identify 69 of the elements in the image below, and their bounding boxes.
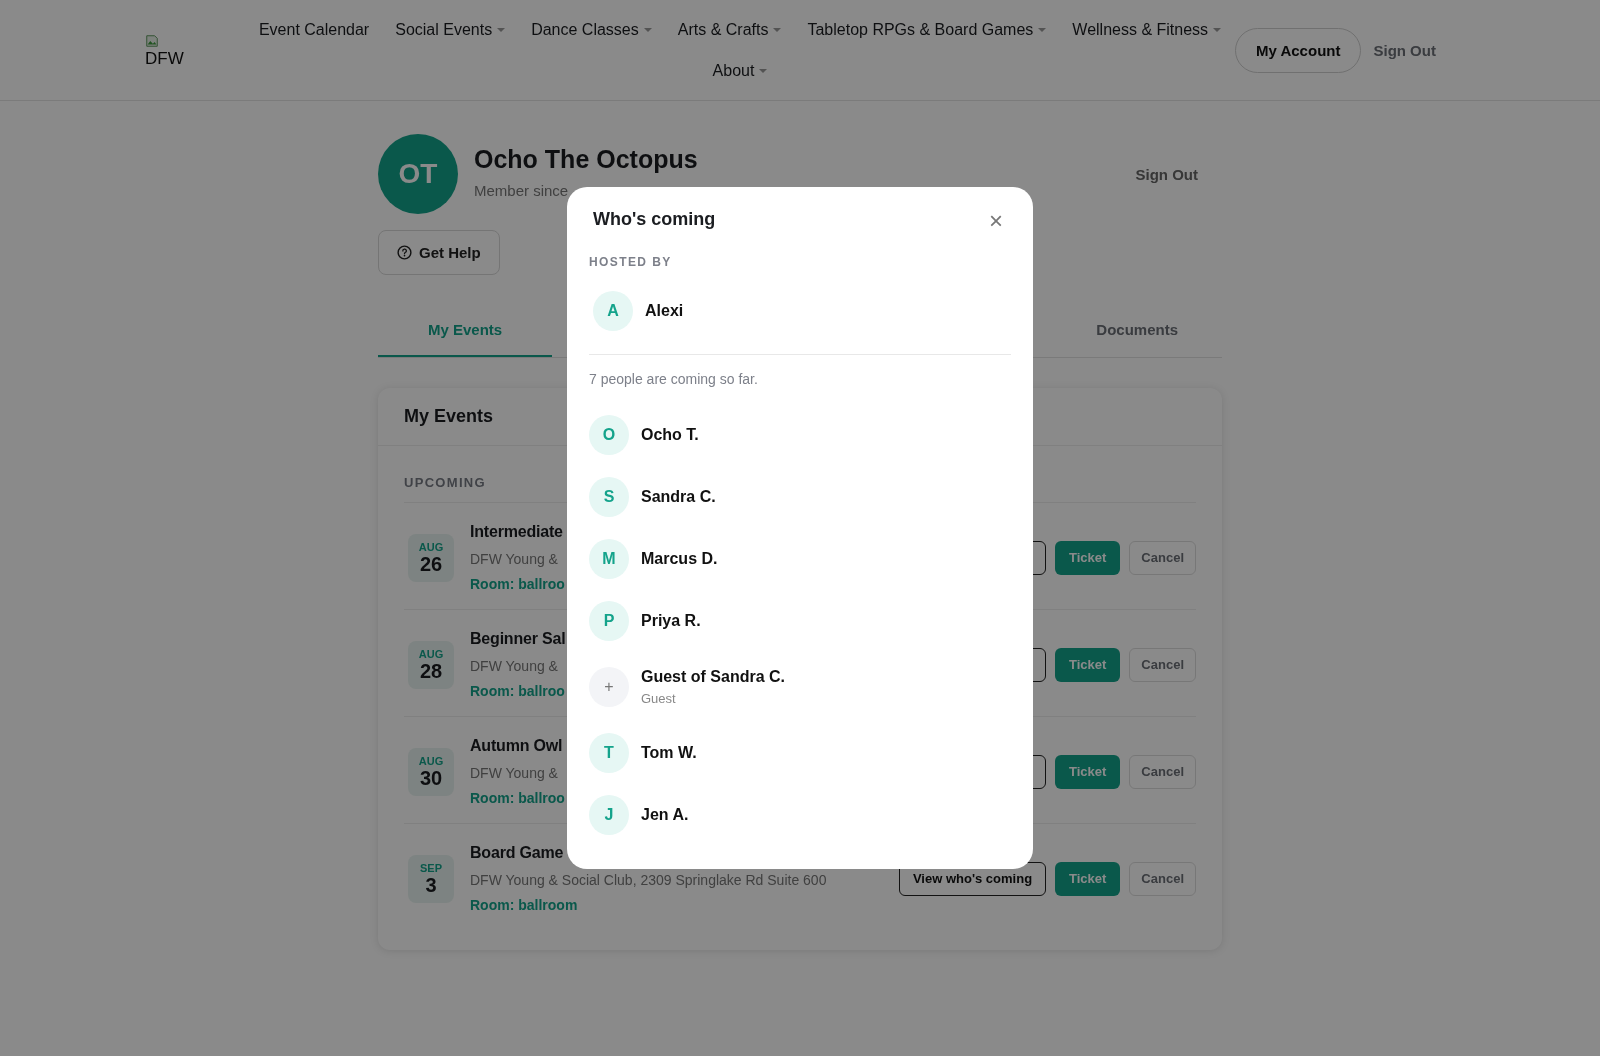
guest-label: Guest [641, 691, 677, 706]
attendee-avatar: + [589, 667, 629, 707]
attendee-name: Jen A. [641, 806, 689, 824]
close-button[interactable]: × [985, 209, 1007, 233]
nav-link[interactable]: Dance Classes [531, 20, 652, 39]
attendee-avatar: A [593, 291, 633, 331]
date-month: AUG [418, 540, 444, 553]
cancel-button[interactable]: Cancel [1129, 540, 1196, 575]
cancel-button[interactable]: Cancel [1129, 647, 1196, 682]
ticket-button[interactable]: Ticket [1055, 647, 1121, 682]
nav-link[interactable]: Tabletop RPGs & Board Games [807, 20, 1047, 39]
event-title: Board Game [470, 844, 564, 862]
attendee-name: Priya R. [641, 612, 701, 630]
event-room: Room: ballroo [470, 576, 565, 592]
cancel-button[interactable]: Cancel [1129, 861, 1196, 896]
tab[interactable]: Documents [1046, 310, 1222, 357]
attendee-name: Tom W. [641, 744, 697, 762]
event-room: Room: ballroom [470, 897, 578, 913]
event-address: DFW Young & [470, 551, 558, 567]
nav-link[interactable]: Arts & Crafts [677, 20, 782, 39]
help-button[interactable]: Get Help [378, 230, 500, 275]
attendee-name: Sandra C. [641, 488, 716, 506]
tab[interactable]: My Events [378, 310, 553, 357]
date-day: 28 [419, 659, 443, 682]
date-month: SEP [420, 861, 442, 874]
event-room: Room: ballroo [470, 683, 565, 699]
attendee-avatar: O [589, 415, 629, 455]
nav-link[interactable]: About [712, 61, 768, 80]
logo-text[interactable]: DFW [145, 49, 184, 67]
date-month: AUG [418, 754, 444, 767]
event-room: Room: ballroo [470, 790, 565, 806]
card-title: My Events [404, 406, 494, 426]
attendee-avatar: J [589, 795, 629, 835]
nav-link[interactable]: Social Events [395, 20, 506, 39]
ticket-button[interactable]: Ticket [1055, 861, 1121, 896]
event-title: Beginner Sal [470, 630, 566, 648]
sign-out-link[interactable]: Sign Out [1373, 41, 1436, 59]
host-name: Alexi [645, 302, 684, 320]
broken-image-icon [145, 33, 159, 48]
ticket-button[interactable]: Ticket [1055, 754, 1121, 789]
cancel-button[interactable]: Cancel [1129, 754, 1196, 789]
date-day: 3 [425, 873, 437, 896]
event-address: DFW Young & [470, 765, 558, 781]
date-day: 26 [419, 552, 443, 575]
profile-name: Ocho The Octopus [474, 145, 698, 174]
member-since: Member since [474, 182, 570, 199]
dialog-title: Who's coming [593, 208, 716, 230]
attendee-avatar: S [589, 477, 629, 517]
attendee-name: Marcus D. [641, 550, 718, 568]
attendee-avatar: M [589, 539, 629, 579]
event-address: DFW Young & [470, 658, 558, 674]
event-title: Intermediate [470, 523, 563, 541]
help-icon [397, 245, 412, 260]
ticket-button[interactable]: Ticket [1055, 540, 1121, 575]
account-button[interactable]: My Account [1235, 27, 1362, 73]
date-day: 30 [419, 766, 443, 789]
attendee-avatar: T [589, 733, 629, 773]
nav-link[interactable]: Wellness & Fitness [1072, 20, 1222, 39]
sign-out-link[interactable]: Sign Out [1135, 166, 1198, 183]
avatar: OT [378, 134, 458, 214]
attendee-name: Guest of Sandra C. [641, 668, 786, 686]
attendee-avatar: P [589, 601, 629, 641]
attendee-count: 7 people are coming so far. [589, 371, 759, 387]
attendee-name: Ocho T. [641, 426, 699, 444]
event-address: DFW Young & Social Club, 2309 Springlake Rd Suite 600 [470, 872, 827, 888]
nav-link[interactable]: Event Calendar [258, 20, 370, 39]
section-label: HOSTED BY [589, 255, 673, 269]
date-month: AUG [418, 647, 444, 660]
event-title: Autumn Owl [470, 737, 563, 755]
